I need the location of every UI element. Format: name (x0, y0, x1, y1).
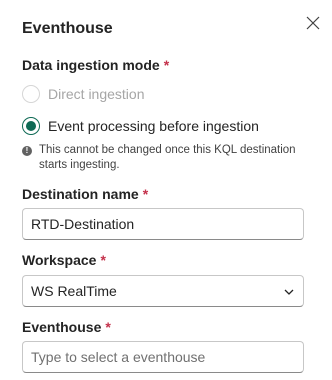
ingestion-mode-label-text: Data ingestion mode (22, 57, 160, 73)
destination-name-field[interactable] (22, 208, 304, 240)
required-marker: * (163, 57, 170, 73)
radio-label: Direct ingestion (48, 86, 145, 102)
eventhouse-label: Eventhouse * (22, 319, 111, 335)
required-marker: * (142, 186, 149, 202)
destination-name-label: Destination name * (22, 186, 148, 202)
radio-button[interactable] (22, 85, 40, 103)
info-icon: ! (22, 146, 32, 156)
chevron-down-icon[interactable] (283, 285, 295, 297)
destination-name-label-text: Destination name (22, 186, 139, 202)
workspace-label: Workspace * (22, 252, 106, 268)
required-marker: * (100, 252, 106, 268)
panel-title: Eventhouse (22, 20, 113, 37)
eventhouse-input[interactable] (31, 349, 295, 365)
close-icon[interactable] (305, 15, 321, 31)
radio-direct-ingestion[interactable]: Direct ingestion (22, 85, 145, 103)
eventhouse-panel: Eventhouse Data ingestion mode * Direct i… (0, 0, 332, 380)
workspace-label-text: Workspace (22, 252, 97, 268)
destination-name-input[interactable] (31, 216, 295, 232)
radio-label: Event processing before ingestion (48, 118, 259, 134)
ingestion-mode-label: Data ingestion mode * (22, 57, 169, 73)
ingestion-mode-note: ! This cannot be changed once this KQL d… (22, 143, 312, 173)
note-text: This cannot be changed once this KQL des… (39, 144, 296, 171)
workspace-dropdown[interactable]: WS RealTime (22, 275, 304, 307)
eventhouse-label-text: Eventhouse (22, 319, 102, 335)
required-marker: * (105, 319, 111, 335)
eventhouse-field[interactable] (22, 341, 304, 373)
radio-button[interactable] (22, 117, 40, 135)
radio-event-processing[interactable]: Event processing before ingestion (22, 117, 259, 135)
workspace-selected-value: WS RealTime (31, 283, 117, 299)
